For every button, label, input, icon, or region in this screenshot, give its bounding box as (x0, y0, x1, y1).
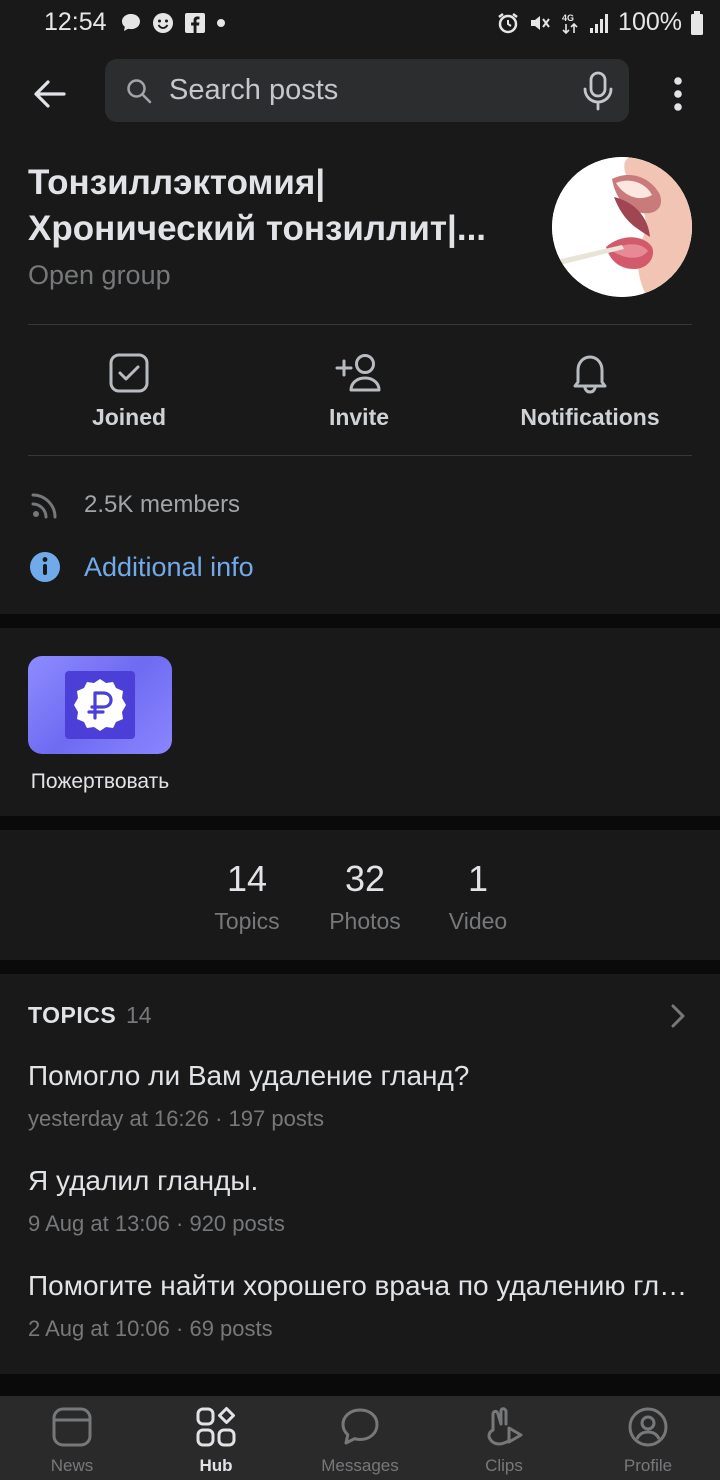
back-arrow-icon[interactable] (28, 72, 72, 116)
search-placeholder: Search posts (169, 74, 339, 106)
more-options-icon[interactable] (664, 74, 692, 114)
apps-block: Пожертвовать (0, 628, 720, 816)
topics-heading[interactable]: TOPICS (28, 1002, 116, 1029)
bottom-tab-bar: News Hub Messages Clips Profile (0, 1396, 720, 1480)
battery-percent: 100% (618, 8, 682, 36)
svg-text:4G: 4G (562, 13, 574, 23)
clips-icon (487, 1407, 523, 1446)
tab-news-label: News (50, 1456, 94, 1475)
topic-title[interactable]: Помогите найти хорошего врача по удалени… (28, 1270, 692, 1302)
counter-topics-caption: Topics (214, 908, 280, 934)
header-divider-top (28, 324, 692, 325)
group-title: Тонзиллэктомия| Хронический тонзиллит|..… (28, 160, 528, 252)
bell-icon (573, 355, 607, 394)
hub-icon (196, 1407, 236, 1447)
tab-profile-label: Profile (623, 1456, 673, 1475)
tab-messages[interactable]: Messages (288, 1396, 432, 1480)
members-count: 2.5K members (84, 491, 241, 518)
group-title-line1: Тонзиллэктомия| (28, 163, 326, 202)
facebook-icon (185, 13, 205, 33)
counters-block: 14 Topics 32 Photos 1 Video (0, 830, 720, 960)
tab-messages-label: Messages (321, 1456, 399, 1475)
group-type: Open group (28, 260, 171, 290)
counter-video[interactable]: 1 Video (442, 858, 514, 935)
topics-count: 14 (126, 1002, 152, 1028)
top-bar: Search posts (0, 48, 720, 140)
group-title-line2: Хронический тонзиллит|... (28, 209, 487, 248)
counter-topics[interactable]: 14 Topics (208, 858, 286, 935)
ruble-badge-icon (74, 679, 126, 731)
microphone-icon[interactable] (581, 71, 615, 111)
members-row[interactable]: 2.5K members (28, 488, 240, 522)
network-4g-icon: 4G (562, 13, 578, 34)
avatar-image (552, 157, 692, 297)
invite-label: Invite (328, 404, 390, 430)
news-icon (52, 1407, 92, 1447)
search-input[interactable]: Search posts (105, 59, 629, 122)
additional-info-row[interactable]: Additional info (28, 550, 254, 584)
donate-app-label: Пожертвовать (30, 770, 170, 793)
topic-title[interactable]: Помогло ли Вам удаление гланд? (28, 1060, 692, 1092)
info-icon (30, 552, 60, 582)
system-icons: 4G 100% (496, 8, 704, 37)
notifications-button[interactable]: Notifications (490, 326, 690, 456)
counter-photos-caption: Photos (329, 908, 401, 934)
topics-block: TOPICS 14 Помогло ли Вам удаление гланд?… (0, 974, 720, 1374)
notifications-label: Notifications (520, 404, 660, 430)
counter-photos-value: 32 (344, 858, 386, 899)
counter-video-value: 1 (467, 858, 489, 899)
topic-title[interactable]: Я удалил гланды. (28, 1165, 692, 1197)
donate-app-tile[interactable] (28, 656, 172, 754)
counter-topics-value: 14 (226, 858, 268, 899)
tab-clips-label: Clips (485, 1456, 523, 1475)
counter-photos[interactable]: 32 Photos (322, 858, 408, 935)
battery-icon (691, 10, 703, 35)
topic-meta: 2 Aug at 10:06 · 69 posts (28, 1316, 273, 1341)
tab-clips[interactable]: Clips (432, 1396, 576, 1480)
check-square-icon (109, 353, 149, 393)
donate-app-inner (65, 671, 135, 739)
joined-button[interactable]: Joined (29, 326, 229, 456)
topic-meta: yesterday at 16:26 · 197 posts (28, 1106, 324, 1131)
additional-info-link: Additional info (84, 551, 254, 582)
tab-hub-label: Hub (199, 1456, 233, 1475)
group-actions: Joined Invite Notifications (0, 326, 720, 456)
chat-bubble-icon (122, 14, 140, 31)
counter-video-caption: Video (448, 908, 508, 934)
notification-icons (120, 12, 226, 34)
invite-button[interactable]: Invite (259, 326, 459, 456)
alarm-icon (498, 12, 518, 33)
dot-icon (217, 19, 225, 27)
rss-icon (31, 493, 57, 519)
signal-icon (590, 13, 609, 33)
status-time: 12:54 (44, 8, 107, 36)
topic-meta: 9 Aug at 13:06 · 920 posts (28, 1211, 285, 1236)
joined-label: Joined (91, 404, 167, 430)
mute-icon (531, 15, 550, 30)
profile-icon (628, 1407, 668, 1447)
chevron-right-icon[interactable] (668, 1002, 688, 1030)
tab-news[interactable]: News (0, 1396, 144, 1480)
group-header: Тонзиллэктомия| Хронический тонзиллит|..… (0, 140, 720, 614)
smiley-icon (153, 13, 173, 33)
status-bar: 12:54 4G 100% (0, 0, 720, 48)
tab-hub[interactable]: Hub (144, 1396, 288, 1480)
search-icon (127, 79, 152, 104)
tab-profile[interactable]: Profile (576, 1396, 720, 1480)
header-divider-bottom (28, 455, 692, 456)
group-avatar[interactable] (552, 157, 692, 297)
messages-icon (341, 1408, 379, 1445)
add-user-icon (335, 354, 381, 392)
